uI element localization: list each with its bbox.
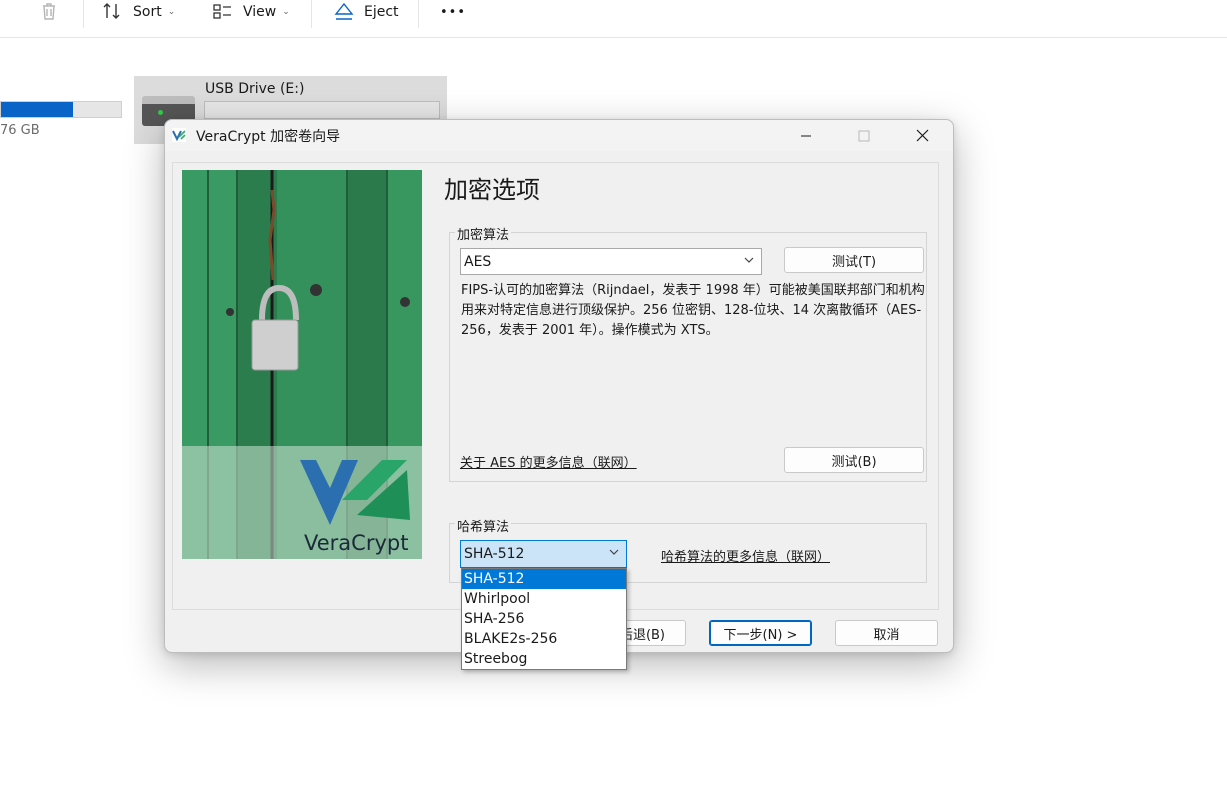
- hash-option-streebog[interactable]: Streebog: [462, 649, 626, 669]
- view-button[interactable]: View ⌄: [212, 0, 290, 24]
- hash-option-sha256[interactable]: SHA-256: [462, 609, 626, 629]
- veracrypt-brand-text: VeraCrypt: [304, 531, 408, 555]
- drive-size-text: 76 GB: [0, 123, 40, 138]
- trash-icon: [43, 3, 55, 20]
- drive-capacity-bar: [0, 101, 122, 118]
- algorithm-description: FIPS-认可的加密算法（Rijndael，发表于 1998 年）可能被美国联邦…: [461, 283, 925, 338]
- view-label: View: [243, 4, 277, 20]
- veracrypt-wizard-dialog: VeraCrypt 加密卷向导 VeraCrypt 加密选项 加密算法 AES …: [164, 119, 954, 670]
- toolbar-divider: [311, 0, 312, 28]
- usb-drive-name: USB Drive (E:): [205, 81, 305, 97]
- aes-more-info-link[interactable]: 关于 AES 的更多信息（联网）: [460, 452, 637, 471]
- cancel-button[interactable]: 取消: [835, 620, 938, 646]
- usb-capacity-bar: [204, 101, 440, 119]
- minimize-button[interactable]: [777, 120, 835, 151]
- hash-algorithm-dropdown-list: SHA-512 Whirlpool SHA-256 BLAKE2s-256 St…: [461, 568, 627, 670]
- hash-option-whirlpool[interactable]: Whirlpool: [462, 589, 626, 609]
- dialog-titlebar[interactable]: VeraCrypt 加密卷向导: [165, 120, 953, 151]
- veracrypt-app-icon: [172, 128, 186, 142]
- sort-icon: [103, 3, 120, 19]
- next-button[interactable]: 下一步(N) >: [709, 620, 812, 646]
- toolbar-divider: [418, 0, 419, 28]
- minimize-icon: [801, 135, 811, 136]
- encryption-algorithm-select[interactable]: AES: [460, 248, 762, 275]
- close-button[interactable]: [893, 120, 951, 151]
- drive-capacity-fill: [1, 102, 73, 117]
- delete-button[interactable]: [38, 0, 60, 23]
- close-icon: [916, 129, 928, 142]
- chevron-down-icon: [744, 257, 754, 263]
- test-button[interactable]: 测试(T): [784, 247, 924, 273]
- eject-icon: [334, 2, 354, 20]
- chevron-down-icon: ⌄: [282, 7, 290, 17]
- hash-option-blake2s256[interactable]: BLAKE2s-256: [462, 629, 626, 649]
- chevron-down-icon: [609, 549, 619, 555]
- wizard-side-image: VeraCrypt: [182, 170, 422, 559]
- encryption-group-label: 加密算法: [455, 224, 512, 243]
- explorer-toolbar: Sort ⌄ View ⌄ Eject •••: [0, 0, 1227, 38]
- sort-label: Sort: [133, 4, 162, 20]
- more-options-button[interactable]: •••: [440, 0, 466, 24]
- dialog-title: VeraCrypt 加密卷向导: [196, 129, 341, 145]
- maximize-button: [835, 120, 893, 151]
- hash-option-sha512[interactable]: SHA-512: [462, 569, 626, 589]
- benchmark-button[interactable]: 测试(B): [784, 447, 924, 473]
- maximize-icon: [858, 130, 870, 141]
- hash-algorithm-select[interactable]: SHA-512: [460, 540, 627, 568]
- hash-more-info-link[interactable]: 哈希算法的更多信息（联网）: [661, 546, 830, 565]
- hash-algorithm-value: SHA-512: [464, 546, 525, 562]
- eject-button[interactable]: Eject: [333, 0, 399, 24]
- eject-label: Eject: [364, 4, 399, 20]
- chevron-down-icon: ⌄: [167, 7, 176, 17]
- encryption-algorithm-value: AES: [464, 254, 492, 270]
- sort-button[interactable]: Sort ⌄: [102, 0, 175, 24]
- hash-group-label: 哈希算法: [455, 516, 512, 535]
- view-icon: [213, 4, 231, 19]
- toolbar-divider: [83, 0, 84, 28]
- page-title: 加密选项: [444, 176, 540, 204]
